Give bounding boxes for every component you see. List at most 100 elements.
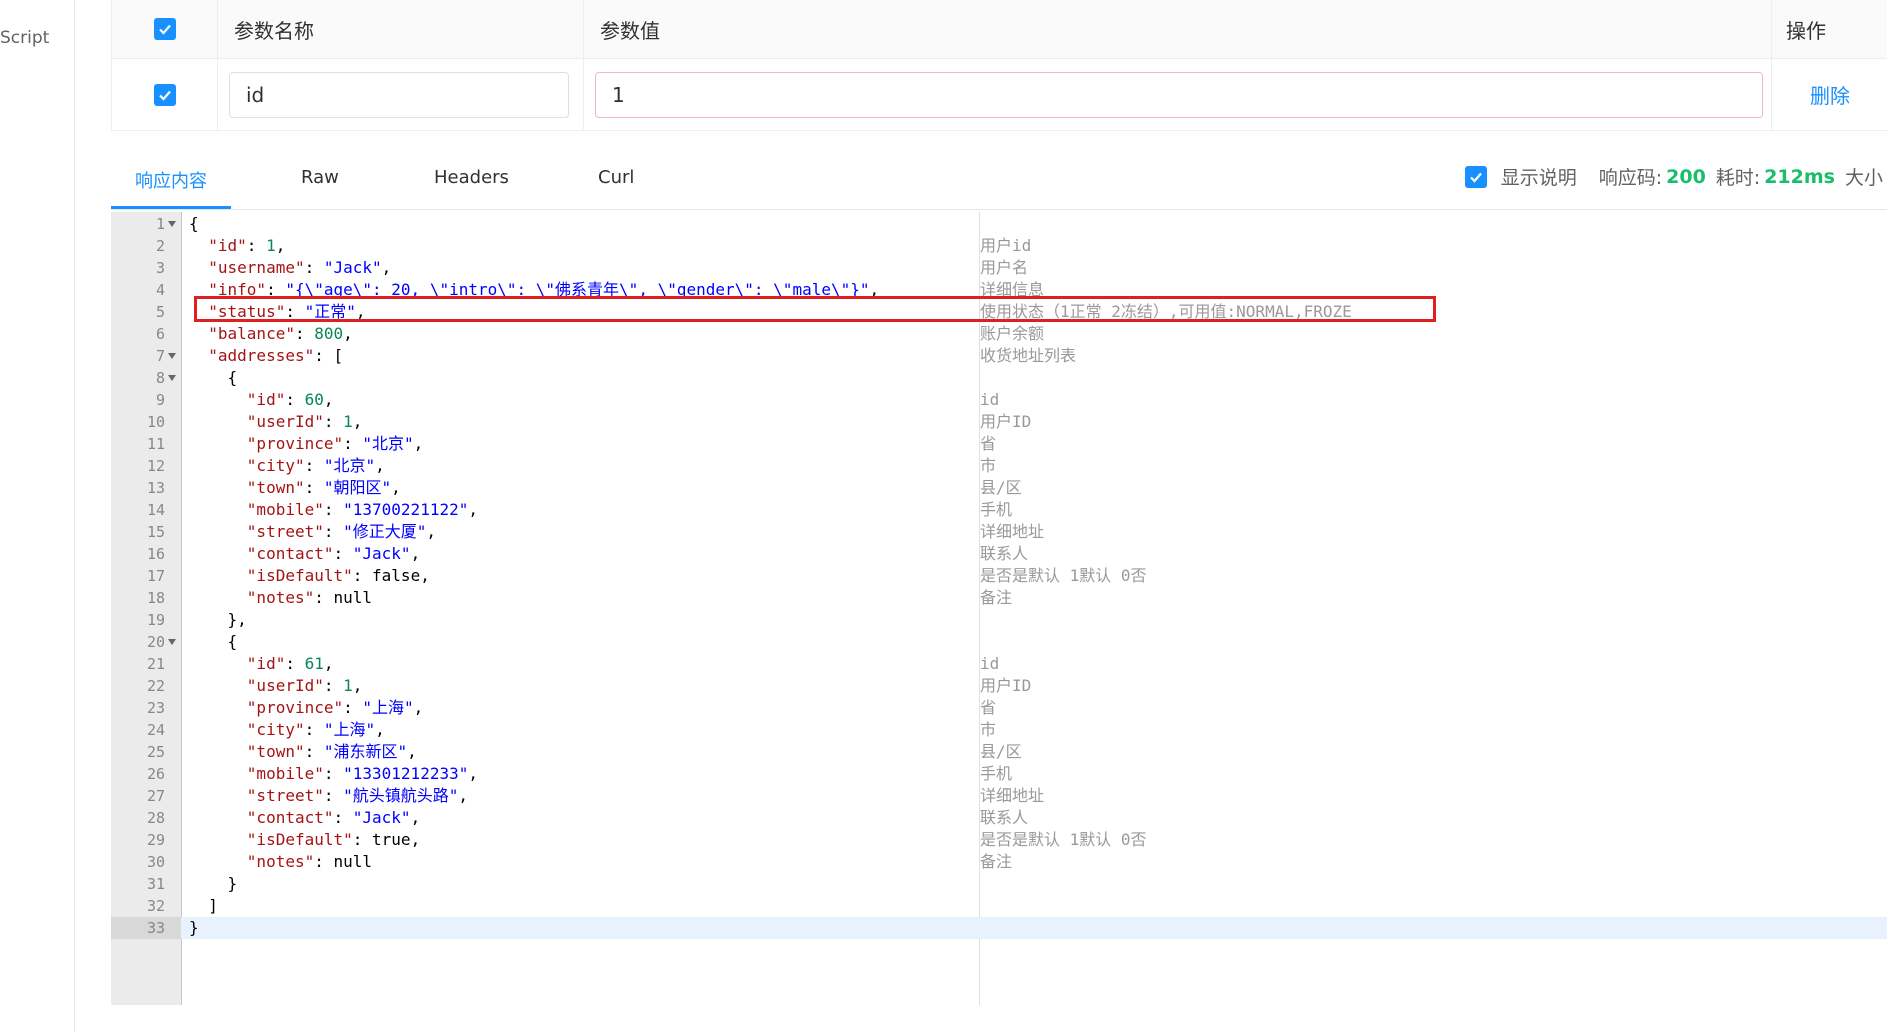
code-text: } (189, 874, 238, 893)
code-line: 33} (111, 917, 1887, 939)
code-text: "mobile": "13301212233", (246, 764, 478, 783)
code-text: "id": 60, (246, 390, 334, 409)
field-description: 市 (980, 720, 997, 739)
code-text: "town": "朝阳区", (246, 478, 401, 497)
line-number: 24 (146, 721, 165, 739)
check-icon (158, 90, 171, 101)
show-desc-checkbox[interactable] (1464, 165, 1487, 188)
line-number: 5 (155, 303, 165, 321)
code-text: "street": "航头镇航头路", (246, 786, 469, 805)
line-number: 28 (146, 809, 165, 827)
sidebar-divider (74, 0, 75, 1032)
param-value-input[interactable]: 1 (595, 71, 1763, 118)
code-text: { (189, 368, 238, 387)
response-tabs: 响应内容 Raw Headers Curl 显示说明 响应码: 200 耗时: … (111, 155, 1887, 210)
code-line: 14 "mobile": "13700221122", 手机 (111, 499, 1887, 521)
code-line: 22 "userId": 1, 用户ID (111, 675, 1887, 697)
line-number: 32 (146, 897, 165, 915)
code-line: 8 { (111, 367, 1887, 389)
fold-toggle-icon[interactable] (168, 375, 176, 381)
line-number: 7 (155, 347, 165, 365)
header-param-value: 参数值 (583, 0, 1883, 58)
line-number: 3 (155, 259, 165, 277)
code-text: "balance": 800, (208, 324, 353, 343)
line-number: 22 (146, 677, 165, 695)
line-number: 25 (146, 743, 165, 761)
code-line: 26 "mobile": "13301212233", 手机 (111, 763, 1887, 785)
code-line: 27 "street": "航头镇航头路", 详细地址 (111, 785, 1887, 807)
row-checkbox[interactable] (153, 83, 176, 106)
header-param-name: 参数名称 (217, 0, 583, 58)
status-code-label: 响应码: (1598, 167, 1663, 189)
code-line: 23 "province": "上海", 省 (111, 697, 1887, 719)
line-number: 21 (146, 655, 165, 673)
status-code-value: 200 (1666, 165, 1706, 188)
code-line: 28 "contact": "Jack", 联系人 (111, 807, 1887, 829)
line-number: 27 (146, 787, 165, 805)
check-icon (1469, 172, 1482, 183)
select-all-cell (112, 0, 217, 58)
line-number: 29 (146, 831, 165, 849)
select-all-checkbox[interactable] (153, 18, 176, 40)
tab-response-content[interactable]: 响应内容 (135, 167, 207, 193)
field-description: 县/区 (980, 478, 1022, 497)
line-number: 30 (146, 853, 165, 871)
field-description: 省 (980, 434, 997, 453)
code-line: 21 "id": 61, id (111, 653, 1887, 675)
field-description: id (980, 390, 1000, 409)
code-text: "city": "上海", (246, 720, 385, 739)
line-number: 18 (146, 589, 165, 607)
code-text: "contact": "Jack", (246, 544, 421, 563)
field-description: 详细地址 (980, 786, 1045, 805)
row-check-cell (112, 59, 217, 130)
field-description: 账户余额 (980, 324, 1045, 343)
code-line: 9 "id": 60, id (111, 389, 1887, 411)
response-editor[interactable]: 1{2 "id": 1, 用户id 3 "username": "Jack", 用户名… (111, 212, 1887, 1005)
line-number: 26 (146, 765, 165, 783)
line-number: 20 (146, 633, 165, 651)
code-text: "id": 1, (208, 236, 286, 255)
check-icon (158, 24, 171, 35)
field-description: 详细地址 (980, 522, 1045, 541)
field-description: 备注 (980, 852, 1013, 871)
code-line: 19 }, (111, 609, 1887, 631)
line-number: 16 (146, 545, 165, 563)
tab-headers[interactable]: Headers (434, 167, 509, 188)
show-desc-label[interactable]: 显示说明 (1501, 163, 1577, 190)
code-text: "contact": "Jack", (246, 808, 421, 827)
code-text: { (189, 214, 199, 233)
tab-raw[interactable]: Raw (301, 167, 339, 188)
fold-toggle-icon[interactable] (168, 221, 176, 227)
code-text: "notes": null (246, 588, 373, 607)
line-number: 9 (155, 391, 165, 409)
field-description: 是否是默认 1默认 0否 (980, 830, 1147, 849)
field-description: 备注 (980, 588, 1013, 607)
fold-toggle-icon[interactable] (168, 639, 176, 645)
code-text: "street": "修正大厦", (246, 522, 437, 541)
fold-toggle-icon[interactable] (168, 353, 176, 359)
code-text: "mobile": "13700221122", (246, 500, 478, 519)
code-text: }, (189, 610, 247, 629)
field-description: 用户id (980, 236, 1032, 255)
code-line: 13 "town": "朝阳区", 县/区 (111, 477, 1887, 499)
code-text: "province": "北京", (246, 434, 424, 453)
param-value-cell: 1 (583, 59, 1883, 130)
line-number: 23 (146, 699, 165, 717)
delete-link[interactable]: 删除 (1810, 80, 1850, 109)
code-line: 1{ (111, 213, 1887, 235)
status-highlight-box (194, 296, 1436, 322)
code-text: "addresses": [ (208, 346, 344, 365)
code-line: 10 "userId": 1, 用户ID (111, 411, 1887, 433)
line-number: 17 (146, 567, 165, 585)
params-table-header: 参数名称 参数值 操作 (112, 0, 1887, 59)
field-description: 手机 (980, 500, 1013, 519)
size-label: 大小 (1844, 167, 1883, 189)
param-name-input[interactable]: id (229, 71, 569, 118)
code-line: 16 "contact": "Jack", 联系人 (111, 543, 1887, 565)
code-line: 2 "id": 1, 用户id (111, 235, 1887, 257)
code-line: 15 "street": "修正大厦", 详细地址 (111, 521, 1887, 543)
field-description: 省 (980, 698, 997, 717)
tab-curl[interactable]: Curl (598, 167, 634, 188)
line-number: 13 (146, 479, 165, 497)
code-line: 31 } (111, 873, 1887, 895)
